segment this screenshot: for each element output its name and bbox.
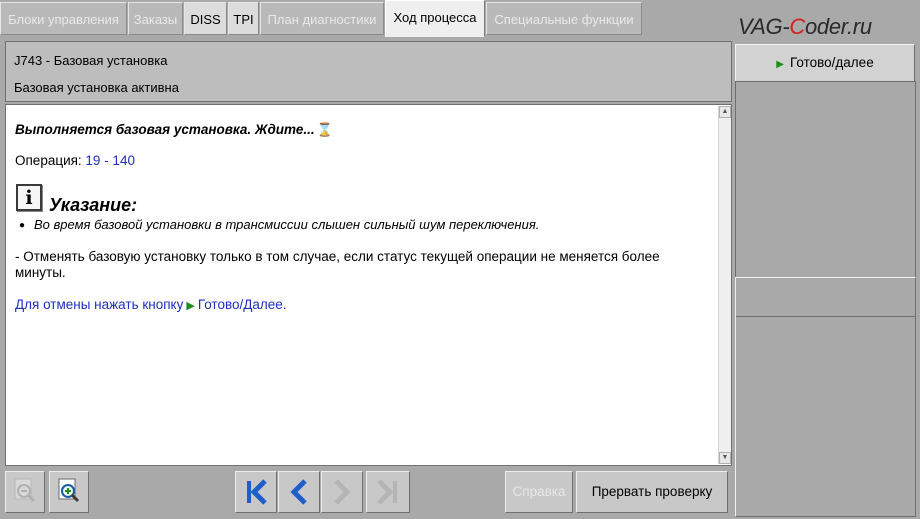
- next-page-button[interactable]: [321, 471, 363, 513]
- done-next-button[interactable]: ▶ Готово/далее: [735, 44, 915, 82]
- first-page-icon: [247, 479, 267, 505]
- right-panel-lower: [735, 277, 916, 517]
- note-text: Во время базовой установки в трансмиссии…: [34, 217, 540, 232]
- content-panel: Выполняется базовая установка. Ждите... ⌛…: [5, 104, 732, 466]
- zoom-out-button[interactable]: [5, 471, 45, 513]
- progress-message: Выполняется базовая установка. Ждите... ⌛: [15, 122, 333, 137]
- scroll-down-button[interactable]: ▼: [719, 452, 731, 464]
- header-panel: J743 - Базовая установка Базовая установ…: [5, 41, 732, 102]
- last-page-button[interactable]: [366, 471, 410, 513]
- first-page-button[interactable]: [235, 471, 277, 513]
- operation-label: Операция:: [15, 153, 86, 168]
- previous-page-icon: [290, 479, 307, 505]
- zoom-in-icon: [58, 478, 80, 503]
- instruction-paragraph: - Отменять базовую установку только в то…: [15, 249, 660, 280]
- next-page-icon: [334, 479, 351, 505]
- tab-bar: Блоки управления Заказы DISS TPI План ди…: [0, 0, 920, 39]
- right-panel: ▶ Готово/далее: [735, 41, 916, 517]
- note-title: Указание:: [49, 195, 138, 215]
- tab-process[interactable]: Ход процесса: [385, 0, 485, 37]
- tab-diss[interactable]: DISS: [184, 2, 227, 35]
- tab-special-functions[interactable]: Специальные функции: [486, 2, 642, 35]
- tab-orders[interactable]: Заказы: [128, 2, 183, 35]
- bottom-toolbar: Справка Прервать проверку: [0, 468, 735, 519]
- scroll-up-button[interactable]: ▲: [719, 106, 731, 118]
- watermark-logo: VAG-Coder.ru: [738, 14, 872, 39]
- abort-check-button[interactable]: Прервать проверку: [576, 471, 728, 513]
- zoom-in-button[interactable]: [49, 471, 89, 513]
- zoom-out-icon: [14, 478, 36, 503]
- vertical-scrollbar[interactable]: ▲ ▼: [718, 106, 731, 464]
- hourglass-icon: ⌛: [316, 122, 333, 137]
- previous-page-button[interactable]: [278, 471, 320, 513]
- status-text: Базовая установка активна: [14, 80, 179, 95]
- operation-line: Операция: 19 - 140: [15, 153, 135, 168]
- page-title: J743 - Базовая установка: [14, 53, 168, 68]
- play-arrow-icon: ▶: [776, 59, 784, 70]
- tab-diagnostic-plan[interactable]: План диагностики: [260, 2, 384, 35]
- cancel-hint: Для отмены нажать кнопку ▶ Готово/Далее.: [15, 297, 287, 312]
- tab-control-units[interactable]: Блоки управления: [0, 2, 127, 35]
- help-button[interactable]: Справка: [505, 471, 573, 513]
- bullet-icon: ●: [19, 220, 26, 231]
- last-page-icon: [377, 479, 397, 505]
- operation-value: 19 - 140: [85, 153, 135, 168]
- play-arrow-icon: ▶: [186, 300, 195, 312]
- info-icon: i: [16, 184, 42, 211]
- tab-tpi[interactable]: TPI: [228, 2, 259, 35]
